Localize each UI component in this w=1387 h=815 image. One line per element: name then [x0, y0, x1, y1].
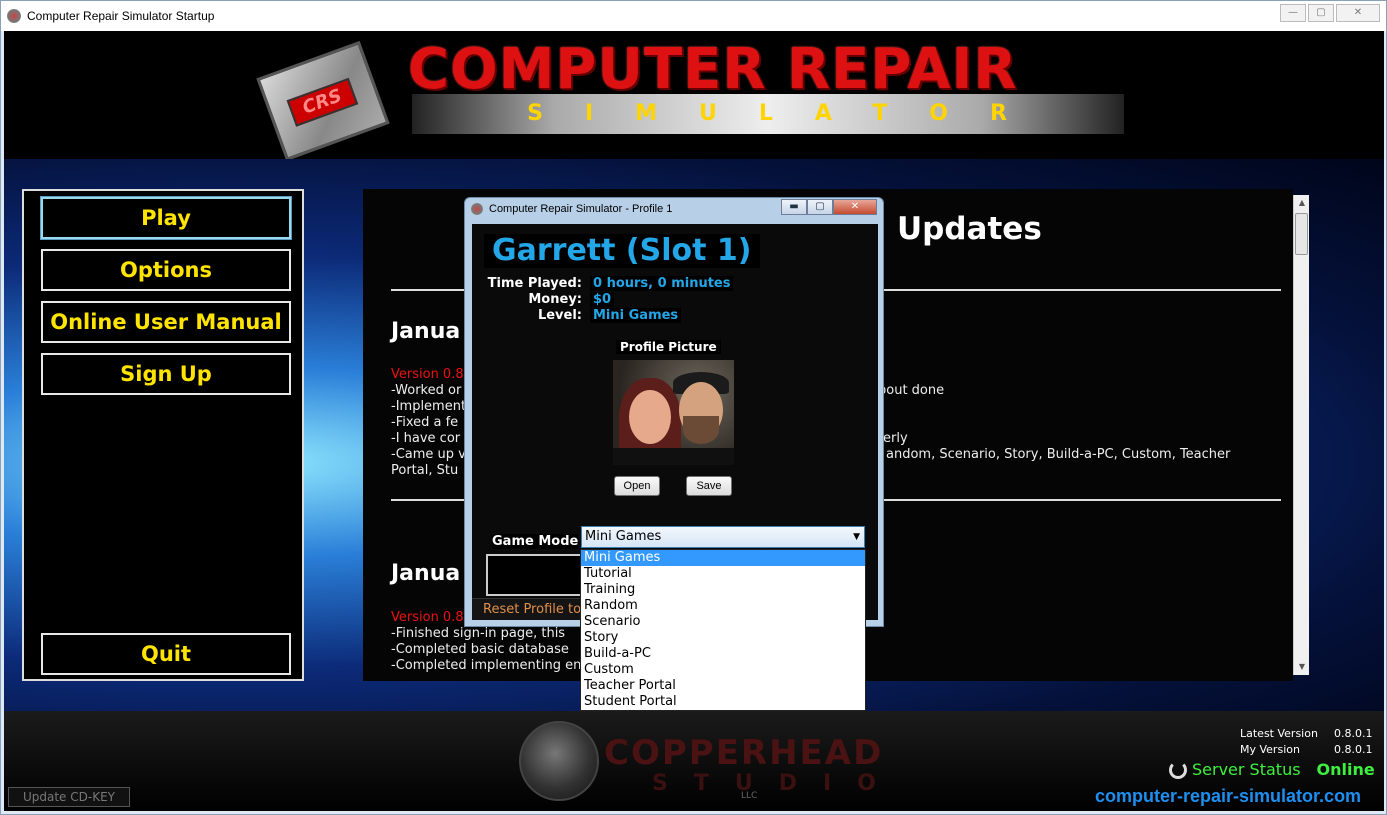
updates-heading: Updates: [897, 211, 1042, 247]
dialog-title: Computer Repair Simulator - Profile 1: [489, 203, 673, 215]
photo-face-1: [629, 390, 671, 444]
game-mode-select[interactable]: Mini Games ▼: [581, 526, 865, 548]
copperhead-snake-logo: [519, 721, 599, 801]
play-button[interactable]: Play: [40, 196, 292, 240]
option-training[interactable]: Training: [581, 582, 865, 598]
main-window: Computer Repair Simulator Startup — ▢ ✕ …: [0, 0, 1387, 815]
updates-scrollbar[interactable]: ▲ ▼: [1293, 195, 1309, 675]
scroll-down-arrow-icon[interactable]: ▼: [1294, 659, 1310, 675]
option-teacher-portal[interactable]: Teacher Portal: [581, 678, 865, 694]
option-build-a-pc[interactable]: Build-a-PC: [581, 646, 865, 662]
studio-llc: LLC: [741, 791, 758, 801]
dialog-controls: ▬ ▢ ✕: [781, 199, 877, 215]
entry-line: Portal, Stu: [391, 463, 459, 478]
online-user-manual-button[interactable]: Online User Manual: [41, 301, 291, 343]
update-cd-key-button[interactable]: Update CD-KEY: [8, 787, 130, 807]
game-mode-label: Game Mode: [492, 534, 579, 549]
options-button[interactable]: Options: [41, 249, 291, 291]
refresh-icon[interactable]: [1169, 760, 1187, 779]
open-picture-button[interactable]: Open: [614, 476, 660, 496]
entry-version: Version 0.8: [391, 367, 464, 382]
header-banner: CRS COMPUTER REPAIR SIMULATOR: [4, 31, 1384, 162]
quit-button[interactable]: Quit: [41, 633, 291, 675]
photo-beard: [683, 416, 719, 444]
app-icon: [471, 203, 483, 215]
minimize-button[interactable]: —: [1280, 4, 1306, 22]
latest-version-value: 0.8.0.1: [1334, 727, 1373, 740]
server-status-value: Online: [1316, 760, 1375, 779]
studio-sub: STUDIO: [652, 771, 902, 796]
chevron-down-icon[interactable]: ▼: [853, 527, 860, 547]
profile-name: Garrett (Slot 1): [484, 234, 760, 268]
entry-line-tail: erly: [883, 431, 908, 446]
option-scenario[interactable]: Scenario: [581, 614, 865, 630]
dialog-minimize-button[interactable]: ▬: [781, 199, 807, 215]
scroll-thumb[interactable]: [1295, 213, 1308, 255]
entry-line-tail: bout done: [878, 383, 945, 398]
server-status-label: Server Status: [1192, 760, 1301, 779]
crs-logo-text: CRS: [286, 77, 359, 127]
profile-action-box[interactable]: [486, 554, 586, 596]
entry-date: Janua: [391, 319, 461, 344]
dialog-maximize-button[interactable]: ▢: [807, 199, 833, 215]
entry-line-tail: andom, Scenario, Story, Build-a-PC, Cust…: [886, 447, 1231, 462]
time-played-label: Time Played:: [487, 276, 582, 291]
main-menu: Play Options Online User Manual Sign Up …: [22, 189, 304, 681]
option-tutorial[interactable]: Tutorial: [581, 566, 865, 582]
maximize-button[interactable]: ▢: [1308, 4, 1334, 22]
level-label: Level:: [537, 308, 582, 323]
entry-line: -Worked or: [391, 383, 462, 398]
option-story[interactable]: Story: [581, 630, 865, 646]
save-picture-button[interactable]: Save: [686, 476, 732, 496]
profile-picture-label: Profile Picture: [616, 340, 721, 354]
option-mini-games[interactable]: Mini Games: [581, 550, 865, 566]
entry-version: Version 0.8: [391, 610, 464, 625]
dialog-close-button[interactable]: ✕: [833, 199, 877, 215]
entry-line: -Completed basic database: [391, 642, 569, 657]
entry-line: -Fixed a fe: [391, 415, 459, 430]
studio-name: COPPERHEAD: [604, 733, 884, 773]
game-mode-selected: Mini Games: [585, 529, 662, 544]
latest-version-label: Latest Version: [1240, 727, 1318, 740]
time-played-value: 0 hours, 0 minutes: [590, 276, 734, 291]
server-status: Server Status Online: [1169, 760, 1375, 779]
profile-picture: [613, 360, 734, 465]
window-title: Computer Repair Simulator Startup: [27, 9, 215, 23]
entry-line: -Finished sign-in page, this: [391, 626, 566, 641]
game-mode-dropdown[interactable]: Mini Games Tutorial Training Random Scen…: [580, 549, 866, 711]
option-random[interactable]: Random: [581, 598, 865, 614]
app-icon: [7, 9, 21, 23]
photo-clothing: [613, 448, 734, 465]
entry-line: -I have cor: [391, 431, 461, 446]
crs-chip-logo: CRS: [256, 40, 390, 162]
entry-line: -Came up v: [391, 447, 466, 462]
game-subtitle: SIMULATOR: [412, 94, 1124, 134]
entry-line: -Implement: [391, 399, 467, 414]
my-version-label: My Version: [1240, 743, 1300, 756]
level-value: Mini Games: [590, 308, 682, 323]
website-link[interactable]: computer-repair-simulator.com: [1095, 786, 1361, 807]
money-value: $0: [590, 292, 615, 307]
scroll-up-arrow-icon[interactable]: ▲: [1294, 195, 1310, 211]
sign-up-button[interactable]: Sign Up: [41, 353, 291, 395]
option-student-portal[interactable]: Student Portal: [581, 694, 865, 710]
dialog-titlebar: Computer Repair Simulator - Profile 1: [471, 203, 672, 215]
money-label: Money:: [528, 292, 582, 307]
option-custom[interactable]: Custom: [581, 662, 865, 678]
window-controls: — ▢ ✕: [1278, 4, 1380, 22]
game-title: COMPUTER REPAIR: [408, 37, 1018, 102]
my-version-value: 0.8.0.1: [1334, 743, 1373, 756]
window-titlebar: Computer Repair Simulator Startup — ▢ ✕: [1, 1, 1386, 31]
version-info: Latest Version 0.8.0.1 My Version 0.8.0.1: [1240, 727, 1372, 759]
entry-date: Janua: [391, 561, 461, 586]
close-button[interactable]: ✕: [1336, 4, 1380, 22]
entry-line: -Completed implementing en: [391, 658, 582, 673]
